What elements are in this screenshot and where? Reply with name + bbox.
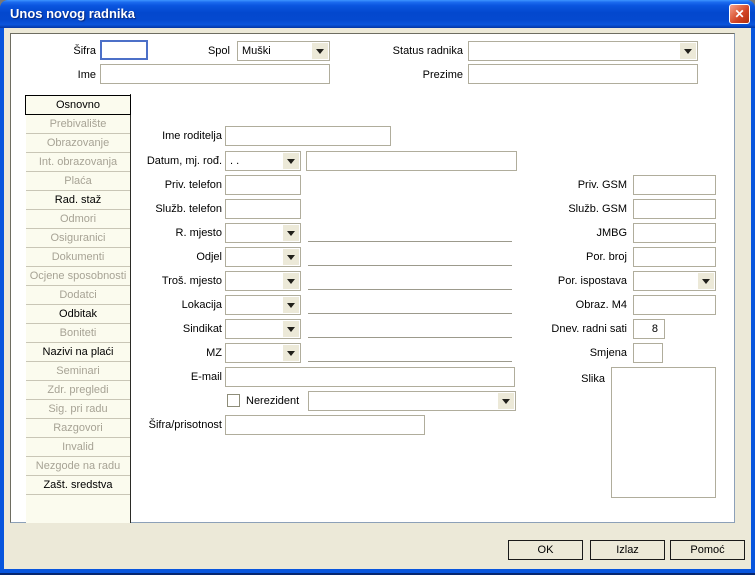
- datum-rodjenja-label: Datum, mj. rođ.: [92, 151, 222, 171]
- smjena-input[interactable]: [633, 343, 663, 363]
- slika-picturebox: [611, 367, 716, 498]
- sluzb-gsm-input[interactable]: [633, 199, 716, 219]
- sifra-input[interactable]: [100, 40, 148, 60]
- por-broj-input[interactable]: [633, 247, 716, 267]
- r-mjesto-description-line: [308, 241, 512, 242]
- slika-label: Slika: [495, 369, 605, 389]
- por-broj-label: Por. broj: [539, 247, 627, 267]
- ok-button[interactable]: OK: [508, 540, 583, 560]
- priv-gsm-label: Priv. GSM: [539, 175, 627, 195]
- jmbg-input[interactable]: [633, 223, 716, 243]
- email-label: E-mail: [92, 367, 222, 387]
- odjel-select[interactable]: [225, 247, 301, 267]
- close-button[interactable]: ✕: [729, 4, 750, 24]
- chevron-down-icon[interactable]: [283, 225, 299, 241]
- priv-gsm-input[interactable]: [633, 175, 716, 195]
- close-icon: ✕: [734, 7, 744, 21]
- sidebar-item-nezgode-na-radu[interactable]: Nezgode na radu: [26, 457, 130, 476]
- obraz-m4-input[interactable]: [633, 295, 716, 315]
- sindikat-select[interactable]: [225, 319, 301, 339]
- por-ispostava-label: Por. ispostava: [539, 271, 627, 291]
- sindikat-label: Sindikat: [92, 319, 222, 339]
- sluzb-gsm-label: Služb. GSM: [539, 199, 627, 219]
- sluzb-telefon-input[interactable]: [225, 199, 301, 219]
- lokacija-description-line: [308, 313, 512, 314]
- chevron-down-icon[interactable]: [283, 249, 299, 265]
- ime-roditelja-label: Ime roditelja: [92, 126, 222, 146]
- datum-rodjenja-value: . .: [230, 152, 282, 170]
- tros-mjesto-select[interactable]: [225, 271, 301, 291]
- prezime-input[interactable]: [468, 64, 698, 84]
- chevron-down-icon[interactable]: [680, 43, 696, 59]
- smjena-label: Smjena: [539, 343, 627, 363]
- chevron-down-icon[interactable]: [698, 273, 714, 289]
- window-title: Unos novog radnika: [10, 0, 135, 27]
- priv-telefon-input[interactable]: [225, 175, 301, 195]
- tros-mjesto-description-line: [308, 289, 512, 290]
- chevron-down-icon[interactable]: [283, 153, 299, 169]
- nerezident-checkbox[interactable]: [227, 394, 240, 407]
- chevron-down-icon[interactable]: [498, 393, 514, 409]
- chevron-down-icon[interactable]: [312, 43, 328, 59]
- chevron-down-icon[interactable]: [283, 273, 299, 289]
- ime-label: Ime: [20, 65, 96, 85]
- spol-value: Muški: [242, 42, 311, 60]
- lokacija-select[interactable]: [225, 295, 301, 315]
- dialog-window: Unos novog radnika ✕ Šifra Spol Muški St…: [0, 0, 755, 575]
- chevron-down-icon[interactable]: [283, 297, 299, 313]
- mjesto-rodjenja-input[interactable]: [306, 151, 517, 171]
- sifra-prisotnost-input[interactable]: [225, 415, 425, 435]
- ime-roditelja-input[interactable]: [225, 126, 391, 146]
- spol-select[interactable]: Muški: [237, 41, 330, 61]
- r-mjesto-label: R. mjesto: [92, 223, 222, 243]
- por-ispostava-select[interactable]: [633, 271, 716, 291]
- jmbg-label: JMBG: [539, 223, 627, 243]
- sluzb-telefon-label: Služb. telefon: [92, 199, 222, 219]
- mz-description-line: [308, 361, 512, 362]
- sidebar-item-invalid[interactable]: Invalid: [26, 438, 130, 457]
- ime-input[interactable]: [100, 64, 330, 84]
- sifra-prisotnost-label: Šifra/prisotnost: [92, 415, 222, 435]
- datum-rodjenja-select[interactable]: . .: [225, 151, 301, 171]
- dnev-radni-sati-label: Dnev. radni sati: [539, 319, 627, 339]
- priv-telefon-label: Priv. telefon: [92, 175, 222, 195]
- odjel-label: Odjel: [92, 247, 222, 267]
- r-mjesto-select[interactable]: [225, 223, 301, 243]
- email-input[interactable]: [225, 367, 515, 387]
- chevron-down-icon[interactable]: [283, 345, 299, 361]
- lokacija-label: Lokacija: [92, 295, 222, 315]
- dnev-radni-sati-input[interactable]: [633, 319, 665, 339]
- mz-select[interactable]: [225, 343, 301, 363]
- sindikat-description-line: [308, 337, 512, 338]
- chevron-down-icon[interactable]: [283, 321, 299, 337]
- tros-mjesto-label: Troš. mjesto: [92, 271, 222, 291]
- sidebar-item-osnovno[interactable]: Osnovno: [25, 95, 131, 115]
- sidebar-item-zast-sredstva[interactable]: Zašt. sredstva: [26, 476, 130, 495]
- prezime-label: Prezime: [370, 65, 463, 85]
- spol-label: Spol: [160, 41, 230, 61]
- sifra-label: Šifra: [20, 41, 96, 61]
- izlaz-button[interactable]: Izlaz: [590, 540, 665, 560]
- status-radnika-label: Status radnika: [350, 41, 463, 61]
- obraz-m4-label: Obraz. M4: [539, 295, 627, 315]
- pomoc-button[interactable]: Pomoć: [670, 540, 745, 560]
- odjel-description-line: [308, 265, 512, 266]
- status-radnika-select[interactable]: [468, 41, 698, 61]
- mz-label: MZ: [92, 343, 222, 363]
- nerezident-select[interactable]: [308, 391, 516, 411]
- titlebar[interactable]: Unos novog radnika ✕: [0, 0, 755, 28]
